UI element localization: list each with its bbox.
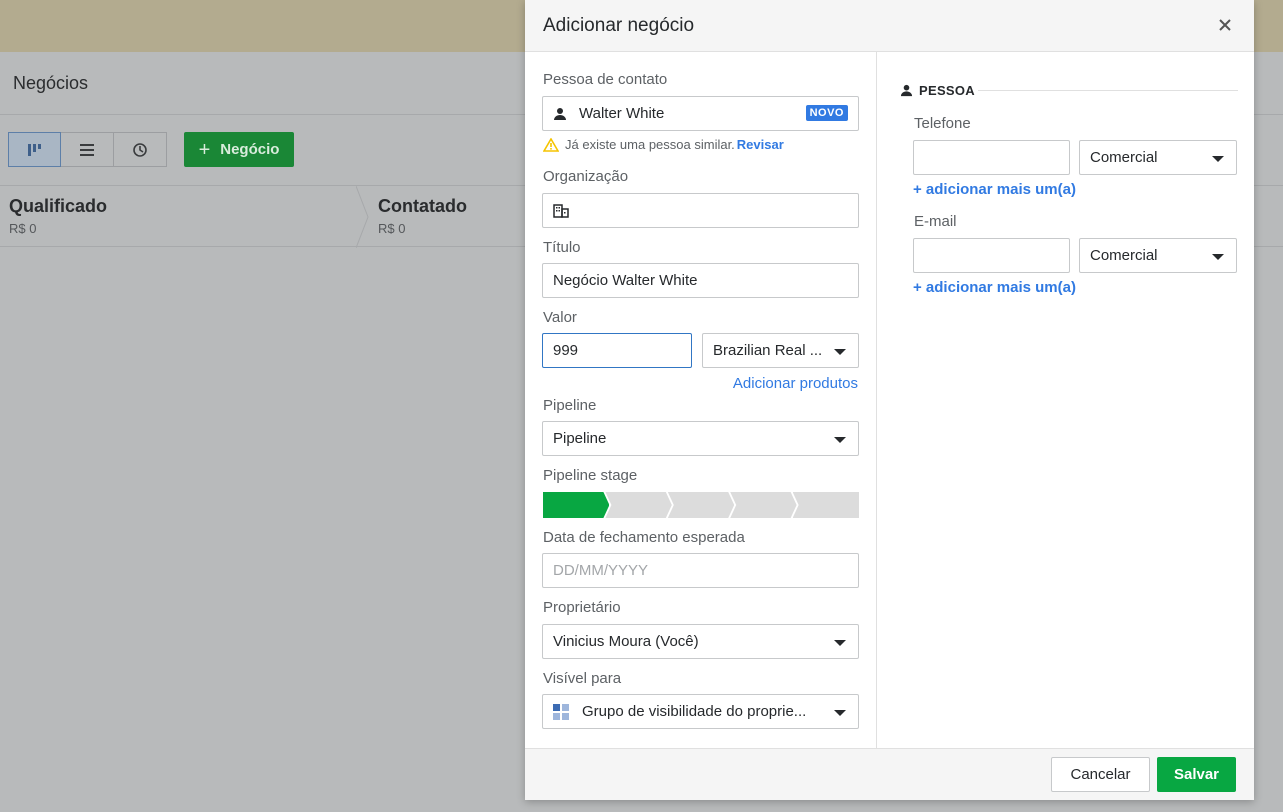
chevron-down-icon [834,349,846,355]
list-view-button[interactable] [61,132,114,167]
add-phone-link[interactable]: + adicionar mais um(a) [913,181,1076,198]
deal-form-column: Pessoa de contato Walter White NOVO Já e… [525,52,877,748]
value-input[interactable]: 999 [542,333,692,368]
list-view-icon [80,143,94,156]
email-type-select[interactable]: Comercial [1079,238,1237,273]
person-heading-text: PESSOA [919,83,975,98]
stage-column-contatado: Contatado R$ 0 [378,196,467,236]
warning-text: Já existe uma pessoa similar. [565,137,735,152]
modal-header: Adicionar negócio [525,0,1254,52]
visible-to-value: Grupo de visibilidade do proprie... [582,703,807,720]
forecast-view-button[interactable] [114,132,167,167]
phone-type-select[interactable]: Comercial [1079,140,1237,175]
currency-select[interactable]: Brazilian Real ... [702,333,859,368]
phone-input[interactable] [913,140,1070,175]
building-icon [553,203,569,218]
stage-amount: R$ 0 [9,221,37,236]
pipeline-view-icon [27,143,41,156]
owner-label: Proprietário [543,599,621,616]
stage-separator [356,186,369,248]
visibility-group-icon [553,703,569,720]
modal-title: Adicionar negócio [543,15,695,36]
email-input[interactable] [913,238,1070,273]
stage-segment-1[interactable] [543,492,609,518]
phone-label: Telefone [914,115,971,132]
title-label: Título [543,239,581,256]
stage-segment-4[interactable] [730,492,796,518]
person-details-column: PESSOA Telefone Comercial + adicionar ma… [878,52,1254,748]
stage-segment-2[interactable] [605,492,671,518]
stage-segment-5[interactable] [792,492,860,518]
email-type-value: Comercial [1090,247,1158,264]
organization-label: Organização [543,168,629,185]
close-date-field[interactable]: DD/MM/YYYY [542,553,859,588]
page-title: Negócios [13,73,89,93]
organization-field[interactable] [542,193,859,228]
contact-person-label: Pessoa de contato [543,71,668,88]
contact-person-value: Walter White [579,105,665,122]
person-icon [900,84,913,97]
contact-person-field[interactable]: Walter White NOVO [542,96,859,131]
close-date-label: Data de fechamento esperada [543,529,745,546]
chevron-down-icon [834,710,846,716]
close-icon [1219,19,1231,31]
phone-type-value: Comercial [1090,149,1158,166]
currency-value: Brazilian Real ... [713,342,823,359]
pipeline-value: Pipeline [553,430,607,447]
stage-name: Qualificado [9,196,108,216]
forecast-view-icon [133,142,147,157]
review-link[interactable]: Revisar [737,137,784,152]
stage-name: Contatado [378,196,467,216]
close-button[interactable] [1216,16,1234,34]
save-button[interactable]: Salvar [1157,757,1236,792]
add-email-link[interactable]: + adicionar mais um(a) [913,279,1076,296]
value-input-text: 999 [553,342,579,359]
email-label: E-mail [914,213,957,230]
cancel-button[interactable]: Cancelar [1051,757,1150,792]
stage-amount: R$ 0 [378,221,406,236]
pipeline-view-button[interactable] [8,132,61,167]
chevron-down-icon [834,640,846,646]
pipeline-select[interactable]: Pipeline [542,421,859,456]
plus-icon: + [198,138,211,161]
title-value: Negócio Walter White [553,272,698,289]
add-products-link[interactable]: Adicionar produtos [733,375,858,392]
visible-to-label: Visível para [543,670,622,687]
section-divider [978,90,1238,91]
new-deal-label: Negócio [220,141,280,158]
new-deal-button[interactable]: + Negócio [184,132,294,167]
owner-value: Vinicius Moura (Você) [553,633,699,650]
add-deal-modal: Adicionar negócio Pessoa de contato Walt… [525,0,1254,800]
warning-icon [543,137,559,152]
stage-segment-3[interactable] [668,492,734,518]
stage-column-qualificado: Qualificado R$ 0 [9,196,107,236]
visible-to-select[interactable]: Grupo de visibilidade do proprie... [542,694,859,729]
pipeline-stage-selector [543,492,860,518]
value-label: Valor [543,309,577,326]
modal-footer: Cancelar Salvar [525,748,1254,800]
close-date-placeholder: DD/MM/YYYY [553,562,649,579]
new-badge: NOVO [805,105,848,121]
similar-person-warning: Já existe uma pessoa similar. Revisar [543,137,784,152]
pipeline-stage-label: Pipeline stage [543,467,638,484]
owner-select[interactable]: Vinicius Moura (Você) [542,624,859,659]
chevron-down-icon [1212,254,1224,260]
pipeline-label: Pipeline [543,397,597,414]
view-switcher [8,132,167,167]
chevron-down-icon [834,437,846,443]
person-section-heading: PESSOA [900,83,975,98]
person-icon [554,107,566,120]
title-field[interactable]: Negócio Walter White [542,263,859,298]
chevron-down-icon [1212,156,1224,162]
